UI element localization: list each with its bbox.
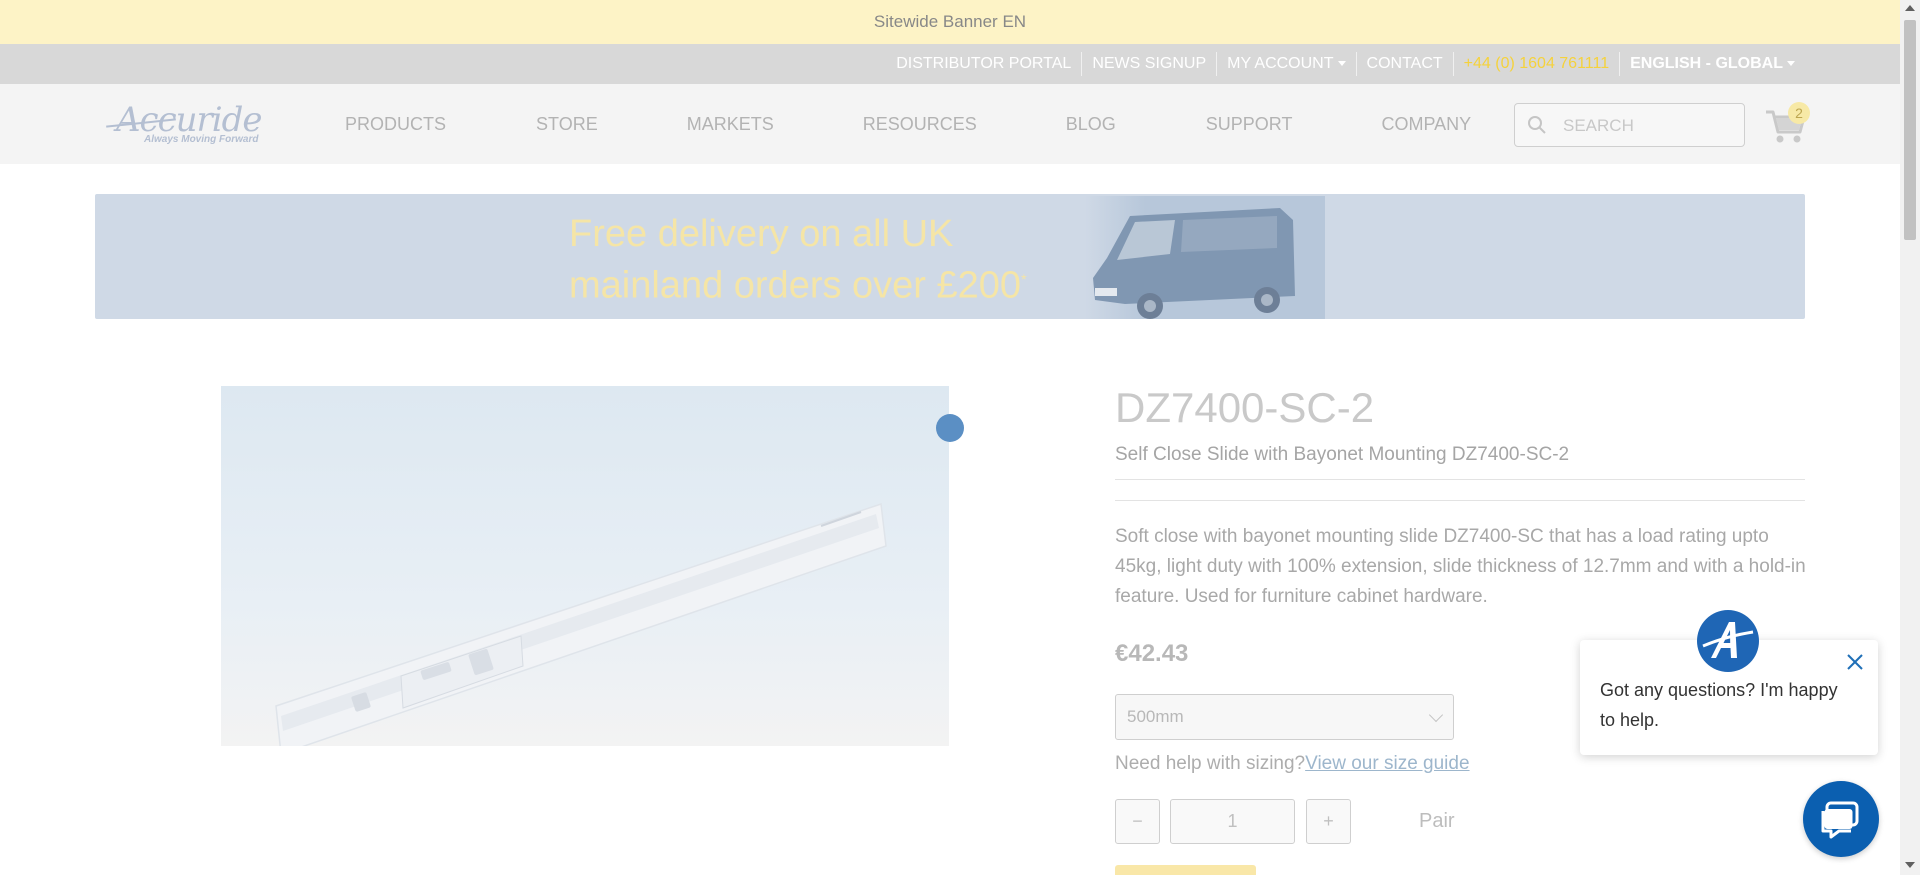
quantity-input[interactable]: 1: [1170, 799, 1295, 844]
nav-item-store[interactable]: STORE: [536, 114, 598, 135]
promo-line-2-text: mainland orders over £200: [569, 264, 1022, 307]
chat-message: Got any questions? I'm happy to help.: [1600, 680, 1838, 730]
promo-text: Free delivery on all UK mainland orders …: [569, 212, 1027, 309]
promo-line-2: mainland orders over £200*: [569, 257, 1027, 309]
caret-down-icon: [1787, 61, 1795, 67]
quantity-decrease-button[interactable]: −: [1115, 799, 1160, 844]
my-account-menu[interactable]: MY ACCOUNT: [1216, 52, 1355, 76]
divider: [1115, 479, 1805, 480]
product-description: Soft close with bayonet mounting slide D…: [1115, 526, 1806, 607]
quantity-unit: Pair: [1419, 810, 1455, 832]
main-navigation: Accuride Always Moving Forward PRODUCTS …: [0, 84, 1900, 164]
utility-bar: DISTRIBUTOR PORTAL NEWS SIGNUP MY ACCOUN…: [0, 44, 1900, 84]
chevron-down-icon: [1428, 707, 1444, 723]
nav-links: PRODUCTS STORE MARKETS RESOURCES BLOG SU…: [300, 84, 1471, 164]
chat-avatar[interactable]: [1697, 610, 1759, 672]
size-select[interactable]: 500mm: [1115, 694, 1454, 740]
cart-count-badge: 2: [1788, 102, 1810, 124]
image-hotspot-dot[interactable]: [936, 414, 964, 442]
chat-bubble-icon: [1821, 801, 1859, 839]
chat-launcher-button[interactable]: [1803, 781, 1879, 857]
nav-item-products[interactable]: PRODUCTS: [345, 114, 446, 135]
scroll-up-arrow-icon[interactable]: [1905, 5, 1915, 11]
scrollbar-thumb[interactable]: [1904, 20, 1916, 240]
product-title: Self Close Slide with Bayonet Mounting D…: [1115, 444, 1570, 465]
sitewide-banner: Sitewide Banner EN: [0, 0, 1900, 44]
van-image: [1085, 196, 1325, 319]
search-icon[interactable]: [1527, 115, 1547, 135]
sizing-help: Need help with sizing?View our size guid…: [1115, 753, 1470, 775]
product-price: €42.43: [1115, 640, 1189, 667]
logo-tagline: Always Moving Forward: [144, 134, 259, 145]
product-image[interactable]: [221, 386, 949, 756]
sizing-help-text: Need help with sizing?: [1115, 753, 1306, 774]
caret-down-icon: [1337, 61, 1346, 67]
size-select-value: 500mm: [1127, 707, 1184, 726]
accuride-logo[interactable]: Accuride Always Moving Forward: [106, 100, 296, 150]
my-account-label: MY ACCOUNT: [1227, 55, 1334, 72]
quantity-increase-button[interactable]: +: [1306, 799, 1351, 844]
product-sku: DZ7400-SC-2: [1115, 384, 1375, 431]
promo-asterisk: *: [1021, 271, 1027, 287]
cart-button[interactable]: 2: [1764, 102, 1810, 146]
drawer-slide-illustration: [275, 502, 887, 756]
nav-item-company[interactable]: COMPANY: [1381, 114, 1471, 135]
promo-banner[interactable]: Free delivery on all UK mainland orders …: [95, 194, 1805, 319]
nav-item-resources[interactable]: RESOURCES: [863, 114, 977, 135]
scroll-down-arrow-icon[interactable]: [1905, 862, 1915, 868]
contact-link[interactable]: CONTACT: [1355, 52, 1453, 76]
distributor-portal-link[interactable]: DISTRIBUTOR PORTAL: [886, 52, 1081, 76]
nav-item-markets[interactable]: MARKETS: [687, 114, 774, 135]
news-signup-link[interactable]: NEWS SIGNUP: [1081, 52, 1216, 76]
size-guide-link[interactable]: View our size guide: [1305, 753, 1469, 774]
phone-link[interactable]: +44 (0) 1604 761111: [1452, 52, 1619, 76]
language-label: ENGLISH - GLOBAL: [1630, 55, 1783, 72]
close-icon[interactable]: [1843, 650, 1867, 674]
nav-item-support[interactable]: SUPPORT: [1206, 114, 1293, 135]
divider: [1115, 500, 1805, 501]
promo-line-1: Free delivery on all UK: [569, 213, 954, 255]
page-scrollbar[interactable]: [1900, 0, 1920, 875]
add-to-cart-button[interactable]: [1115, 865, 1256, 875]
nav-item-blog[interactable]: BLOG: [1066, 114, 1116, 135]
language-menu[interactable]: ENGLISH - GLOBAL: [1619, 52, 1805, 76]
accuride-a-logo-icon: [1697, 610, 1759, 672]
search-input[interactable]: [1563, 112, 1733, 140]
search-box: [1514, 103, 1745, 147]
